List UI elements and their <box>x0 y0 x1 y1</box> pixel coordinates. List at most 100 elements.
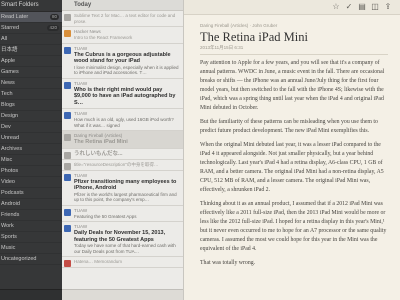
feed-favicon-icon <box>64 46 71 54</box>
feed-favicon-icon <box>64 163 71 170</box>
entry-summary: Today we have some of that hard-earned c… <box>74 243 176 254</box>
sidebar-item-label: Read Later <box>1 14 29 20</box>
sidebar-item[interactable]: Dev <box>0 122 62 133</box>
feed-favicon-icon <box>64 151 71 159</box>
sidebar-item-label: Android <box>1 201 20 207</box>
list-item[interactable]: うれしいもんだな... <box>62 149 183 160</box>
sidebar-item-label: 日本語 <box>1 47 18 53</box>
list-item[interactable]: title="resourceDescription"の中身を取得… <box>62 160 183 171</box>
sidebar-item[interactable]: Blogs <box>0 100 62 111</box>
sidebar-item-label: Podcasts <box>1 190 24 196</box>
entry-summary: Hatena… Memorandum <box>74 259 123 264</box>
sidebar-item[interactable]: Music <box>0 243 62 254</box>
check-icon[interactable]: ✓ <box>344 2 354 12</box>
sidebar-item-label: Apple <box>1 58 16 64</box>
article-paragraph: That was totally wrong. <box>200 260 256 266</box>
sidebar-item[interactable]: All <box>0 34 62 45</box>
sidebar-item-label: Photos <box>1 168 19 174</box>
sidebar-item[interactable]: Misc <box>0 155 62 166</box>
sidebar-item[interactable]: 日本語 <box>0 45 62 56</box>
article-paragraph: When the original Mini debuted last year… <box>200 142 384 193</box>
list-item[interactable]: Daring Fireball (Articles) The Retina iPa… <box>62 131 183 149</box>
unread-count-badge: 420 <box>47 25 59 31</box>
sidebar-list: Read Later 80 Starred 420 All 日本語 Apple Games Ne… <box>0 12 62 265</box>
feed-favicon-icon <box>64 14 71 21</box>
list-toolbar <box>62 289 183 300</box>
sidebar-item[interactable]: Video <box>0 177 62 188</box>
sidebar-item[interactable]: Tech <box>0 89 62 100</box>
sidebar-item[interactable]: Starred 420 <box>0 23 62 34</box>
feed-favicon-icon <box>64 81 71 89</box>
sidebar-item[interactable]: Unread <box>0 133 62 144</box>
article-date: 2013年11月15日 6:31 <box>200 45 244 50</box>
article-body: Pay attention to Apple for a few years, … <box>200 59 388 268</box>
article-content: Daring Fireball (Articles) · John Gruber… <box>200 23 388 273</box>
list-item[interactable]: TUAW Daily Deals for November 15, 2013, f… <box>62 222 183 257</box>
list-item[interactable]: Hacker News Intro to the React Framework <box>62 27 183 44</box>
entry-summary: How much is an old, ugly, used 16GB iPod… <box>74 117 174 128</box>
browser-icon[interactable]: ◫ <box>370 2 380 12</box>
article-paragraph: Thinking about it as an annual product, … <box>200 201 387 252</box>
feed-favicon-icon <box>64 208 71 216</box>
list-item[interactable]: Sublime Text 2 for Mac… a text editor fo… <box>62 11 183 27</box>
sidebar-item-label: News <box>1 80 15 86</box>
feed-favicon-icon <box>64 134 71 141</box>
list-item[interactable]: Hatena… Memorandum <box>62 257 183 268</box>
sidebar-item[interactable]: Apple <box>0 56 62 67</box>
entry-title: Pfizer transitioning many employees to i… <box>74 178 177 192</box>
entry-summary: I love minimalist design, especially whe… <box>74 64 179 76</box>
entry-summary: Pfizer is the world's largest pharmaceut… <box>74 191 177 203</box>
sidebar-item[interactable]: Design <box>0 111 62 122</box>
sidebar-item-label: Uncategorized <box>1 256 37 262</box>
article-paragraph: But the familiarity of these patterns ca… <box>200 119 378 134</box>
sidebar-item[interactable]: News <box>0 78 62 89</box>
feed-favicon-icon <box>64 225 71 232</box>
sidebar-toolbar <box>0 289 62 300</box>
sidebar-item[interactable]: Friends <box>0 210 62 221</box>
divider <box>200 54 388 55</box>
sidebar-item[interactable]: Read Later 80 <box>0 12 62 23</box>
sidebar: Smart Folders Read Later 80 Starred 420 All 日… <box>0 0 62 300</box>
article-title[interactable]: The Retina iPad Mini <box>200 30 388 45</box>
feed-favicon-icon <box>64 112 71 119</box>
article-meta[interactable]: Daring Fireball (Articles) · John Gruber <box>200 23 388 29</box>
sidebar-item[interactable]: Photos <box>0 166 62 177</box>
star-icon[interactable]: ☆ <box>331 2 341 12</box>
list-item[interactable]: TUAW The Cubrus is a gorgeous adjustable … <box>62 44 183 79</box>
entry-summary: Featuring the 50 Greatest Apps <box>74 213 137 219</box>
sidebar-item-label: Dev <box>1 124 11 130</box>
unread-count-badge: 80 <box>49 14 59 20</box>
sidebar-item[interactable]: Work <box>0 221 62 232</box>
list-item[interactable]: TUAW Pfizer transitioning many employees … <box>62 171 183 206</box>
entries: Sublime Text 2 for Mac… a text editor fo… <box>62 11 183 268</box>
share-icon[interactable]: ▤ <box>357 2 367 12</box>
sidebar-item-label: Misc <box>1 157 13 163</box>
entry-title: うれしいもんだな... <box>74 150 123 157</box>
sidebar-item-label: Work <box>1 223 14 229</box>
sidebar-item-label: Friends <box>1 212 20 218</box>
sidebar-item[interactable]: Android <box>0 199 62 210</box>
sidebar-item-label: Design <box>1 113 19 119</box>
sidebar-item-label: Music <box>1 245 16 251</box>
list-item[interactable]: TUAW Who is their right mind would pay $9… <box>62 79 183 109</box>
entry-summary: title="resourceDescription"の中身を取得… <box>74 162 159 167</box>
sidebar-item-label: Unread <box>1 135 20 141</box>
article-paragraph: Pay attention to Apple for a few years, … <box>200 60 385 111</box>
sidebar-item[interactable]: Archives <box>0 144 62 155</box>
feed-favicon-icon <box>64 30 71 37</box>
entry-summary: Intro to the React Framework <box>74 35 133 40</box>
entry-summary: Sublime Text 2 for Mac… a text editor fo… <box>74 13 176 24</box>
sidebar-item-label: Tech <box>1 91 13 97</box>
list-item[interactable]: TUAW How much is an old, ugly, used 16GB … <box>62 109 183 131</box>
send-icon[interactable]: ⇪ <box>383 2 393 12</box>
entry-title: Who is their right mind would pay $9,000… <box>74 86 176 106</box>
sidebar-item[interactable]: Uncategorized <box>0 254 62 265</box>
feed-favicon-icon <box>64 173 71 181</box>
entry-title: Daily Deals for November 15, 2013, featu… <box>74 230 166 243</box>
sidebar-item[interactable]: Sports <box>0 232 62 243</box>
list-item[interactable]: TUAW Featuring the 50 Greatest Apps <box>62 206 183 222</box>
sidebar-item[interactable]: Games <box>0 67 62 78</box>
sidebar-item-label: Sports <box>1 234 17 240</box>
sidebar-item[interactable]: Podcasts <box>0 188 62 199</box>
sidebar-item-label: Archives <box>1 146 23 152</box>
